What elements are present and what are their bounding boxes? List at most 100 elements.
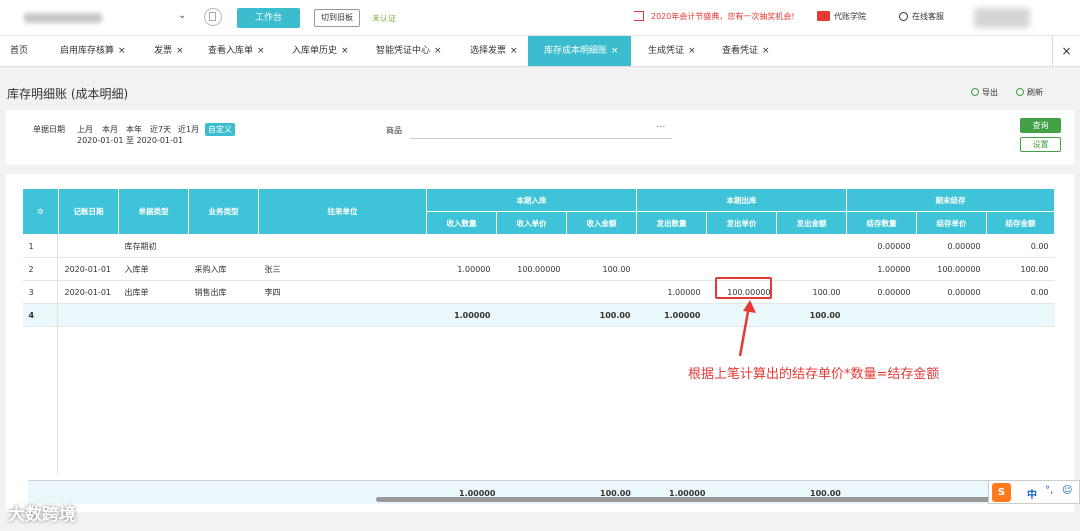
cell-date: 2020-01-01 xyxy=(58,257,119,281)
switch-old-version-button[interactable]: 切到旧板 xyxy=(314,9,360,27)
close-icon[interactable]: × xyxy=(176,46,184,56)
close-icon[interactable]: × xyxy=(688,46,696,56)
top-bar: ⌄ 工作台 切到旧板 未认证 2020年会计节盛典，您有一次抽奖机会! 代账学院… xyxy=(0,0,1080,36)
range-last-month[interactable]: 上月 xyxy=(77,124,93,135)
col-partner[interactable]: 往来单位 xyxy=(258,188,427,235)
cell-empty xyxy=(496,303,567,327)
refresh-label: 刷新 xyxy=(1027,88,1043,97)
cell-empty xyxy=(258,303,427,327)
col-out-amount[interactable]: 发出金额 xyxy=(776,211,847,235)
col-out-price[interactable]: 发出单价 xyxy=(706,211,777,235)
tab-view-inbound[interactable]: 查看入库单 × xyxy=(198,36,282,66)
gear-icon[interactable]: ⚙ xyxy=(22,188,59,235)
promo-banner[interactable]: 2020年会计节盛典，您有一次抽奖机会! xyxy=(634,11,795,22)
highlight-box xyxy=(715,277,772,299)
close-icon[interactable]: × xyxy=(611,46,619,56)
cell-end-qty: 1.00000 xyxy=(846,257,917,281)
cell-out-qty: 1.00000 xyxy=(636,280,707,304)
table-row[interactable]: 3 2020-01-01 出库单 销售出库 李四 1.00000 100.000… xyxy=(22,280,1055,304)
refresh-icon xyxy=(1016,88,1024,96)
user-avatar[interactable] xyxy=(974,8,1030,28)
range-last-1-month[interactable]: 近1月 xyxy=(178,124,199,135)
tab-label: 发票 xyxy=(154,46,173,56)
chevron-down-icon: ⌄ xyxy=(178,10,187,21)
ime-toolbar[interactable]: S 中 °, ☺ xyxy=(988,480,1080,504)
tab-view-voucher[interactable]: 查看凭证 × xyxy=(712,36,786,66)
table-row[interactable]: 1 库存期初 0.00000 0.00000 0.00 xyxy=(22,234,1055,258)
tab-generate-voucher[interactable]: 生成凭证 × xyxy=(638,36,712,66)
close-icon[interactable]: × xyxy=(257,46,265,56)
cell-partner xyxy=(258,234,427,258)
col-in-price[interactable]: 收入单价 xyxy=(496,211,567,235)
cell-empty xyxy=(58,303,119,327)
close-all-tabs-button[interactable]: × xyxy=(1052,36,1080,66)
tab-select-invoice[interactable]: 选择发票 × xyxy=(460,36,528,66)
export-button[interactable]: 导出 xyxy=(971,87,998,98)
document-icon[interactable] xyxy=(204,8,222,26)
tab-inventory-cost-ledger[interactable]: 库存成本明细账 × xyxy=(528,36,631,66)
col-biz-type[interactable]: 业务类型 xyxy=(188,188,259,235)
goods-label: 商品 xyxy=(386,126,402,135)
horizontal-scrollbar[interactable] xyxy=(376,497,1016,502)
academy-label: 代账学院 xyxy=(834,12,866,21)
col-end-amount[interactable]: 结存金额 xyxy=(986,211,1055,235)
promo-text: 2020年会计节盛典，您有一次抽奖机会! xyxy=(651,12,795,21)
range-this-month[interactable]: 本月 xyxy=(102,124,118,135)
total-out-qty: 1.00000 xyxy=(636,303,707,327)
cell-in-price: 100.00000 xyxy=(496,257,567,281)
headset-icon xyxy=(899,12,908,21)
col-end-price[interactable]: 结存单价 xyxy=(916,211,987,235)
academy-link[interactable]: 代账学院 xyxy=(817,11,866,22)
query-button[interactable]: 查询 xyxy=(1020,118,1061,133)
annotation-text: 根据上笔计算出的结存单价*数量=结存金额 xyxy=(688,367,940,382)
date-range[interactable]: 2020-01-01 至 2020-01-01 xyxy=(77,135,183,146)
tab-label: 智能凭证中心 xyxy=(376,46,431,56)
tab-invoice[interactable]: 发票 × xyxy=(144,36,198,66)
close-icon[interactable]: × xyxy=(762,46,770,56)
cell-in-amount: 100.00 xyxy=(566,257,637,281)
close-icon[interactable]: × xyxy=(341,46,349,56)
online-service-link[interactable]: 在线客服 xyxy=(899,11,944,22)
total-in-amount: 100.00 xyxy=(566,303,637,327)
export-icon xyxy=(971,88,979,96)
export-label: 导出 xyxy=(982,88,998,97)
close-icon[interactable]: × xyxy=(118,46,126,56)
ime-punctuation[interactable]: °, xyxy=(1045,485,1053,496)
col-end-qty[interactable]: 结存数量 xyxy=(846,211,917,235)
close-icon[interactable]: × xyxy=(510,46,518,56)
ime-language[interactable]: 中 xyxy=(1027,486,1037,501)
tab-home[interactable]: 首页 xyxy=(0,36,50,66)
tab-label: 首页 xyxy=(10,46,29,56)
range-last-7-days[interactable]: 近7天 xyxy=(150,124,171,135)
settings-button[interactable]: 设置 xyxy=(1020,137,1061,152)
range-custom[interactable]: 自定义 xyxy=(205,123,235,136)
goods-picker-button[interactable]: ··· xyxy=(656,122,666,133)
emoji-icon[interactable]: ☺ xyxy=(1062,485,1072,496)
col-out-qty[interactable]: 发出数量 xyxy=(636,211,707,235)
cell-partner: 李四 xyxy=(258,280,427,304)
close-icon[interactable]: × xyxy=(434,46,442,56)
cell-biz-type xyxy=(188,234,259,258)
tab-smart-voucher[interactable]: 智能凭证中心 × xyxy=(366,36,460,66)
range-this-year[interactable]: 本年 xyxy=(126,124,142,135)
col-doc-type[interactable]: 单据类型 xyxy=(118,188,189,235)
col-date[interactable]: 记账日期 xyxy=(58,188,119,235)
tab-enable-inventory[interactable]: 启用库存核算 × xyxy=(50,36,144,66)
verification-status[interactable]: 未认证 xyxy=(372,13,396,24)
tab-label: 查看入库单 xyxy=(208,46,254,56)
workbench-button[interactable]: 工作台 xyxy=(237,8,300,28)
group-outbound: 本期出库 xyxy=(636,188,847,212)
refresh-button[interactable]: 刷新 xyxy=(1016,87,1043,98)
row-number: 1 xyxy=(22,234,59,258)
sogou-logo-icon[interactable]: S xyxy=(992,483,1011,502)
cell-empty xyxy=(986,303,1055,327)
col-in-qty[interactable]: 收入数量 xyxy=(426,211,497,235)
company-selector[interactable]: ⌄ xyxy=(8,9,193,27)
cell-partner: 张三 xyxy=(258,257,427,281)
table-row[interactable]: 2 2020-01-01 入库单 采购入库 张三 1.00000 100.000… xyxy=(22,257,1055,281)
tab-inbound-history[interactable]: 入库单历史 × xyxy=(282,36,366,66)
goods-input[interactable] xyxy=(410,122,672,139)
tab-label: 选择发票 xyxy=(470,46,507,56)
col-in-amount[interactable]: 收入金额 xyxy=(566,211,637,235)
page-title: 库存明细账 (成本明细) xyxy=(7,87,129,101)
